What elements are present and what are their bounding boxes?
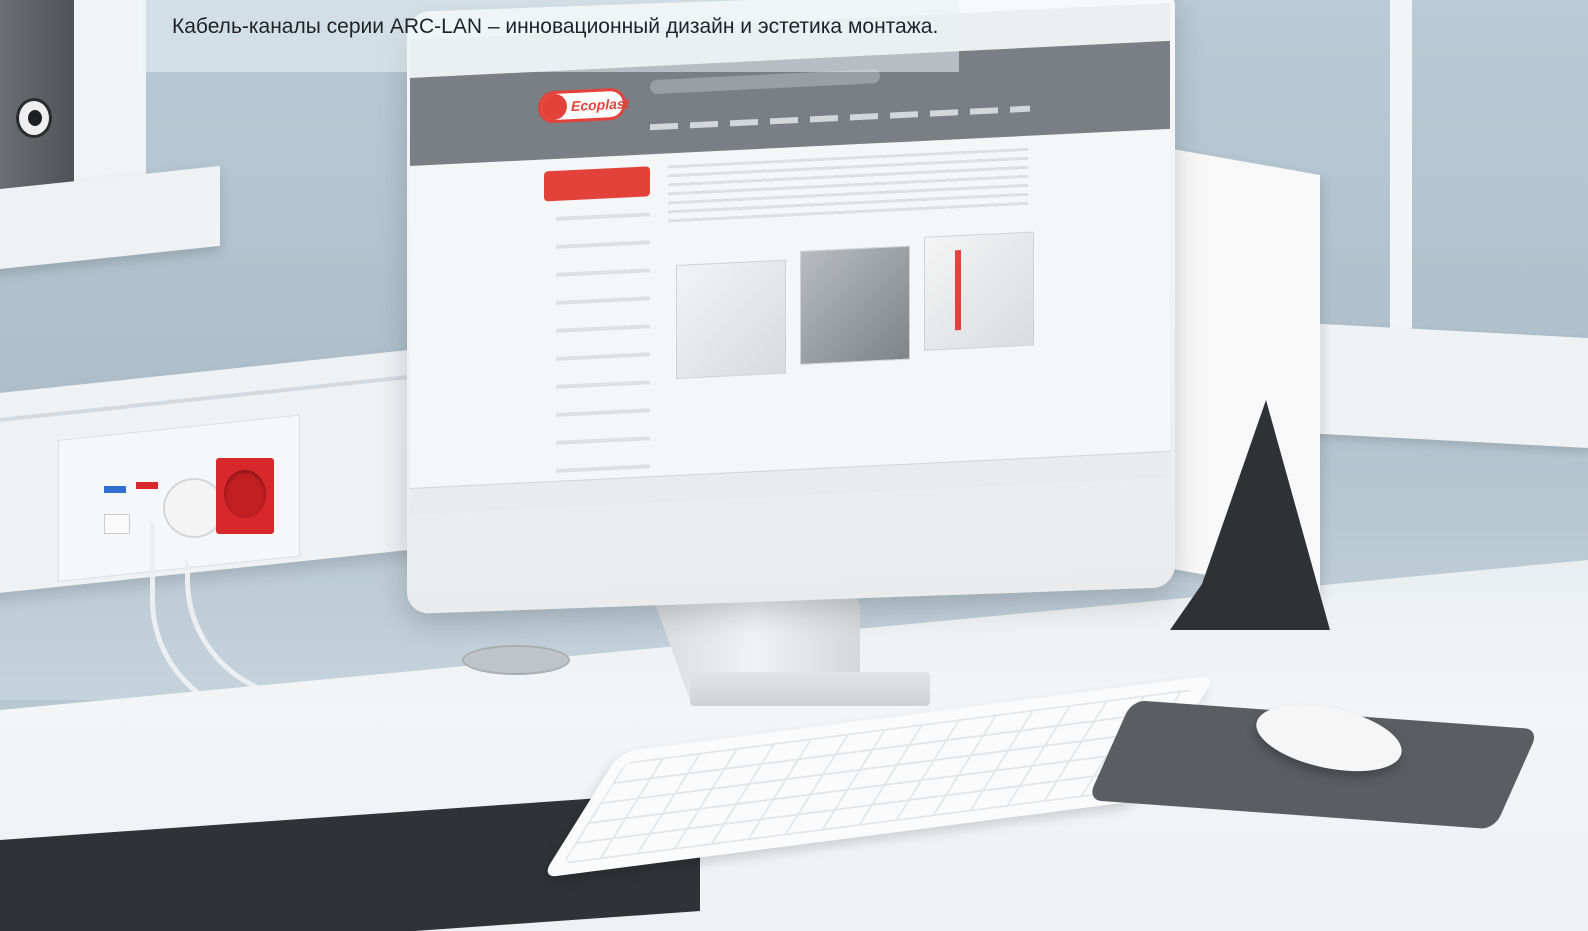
- monitor-stand-base: [690, 672, 930, 706]
- red-pipe: [955, 250, 961, 331]
- website-catalog-button: [544, 166, 650, 202]
- logo-text: Ecoplast: [571, 95, 630, 115]
- logo-mark-icon: [541, 93, 567, 121]
- cable-grommet: [462, 645, 570, 675]
- website-intro-text: [668, 147, 1028, 226]
- right-cable-channel: [1285, 322, 1588, 448]
- website-nav: [650, 105, 1030, 131]
- website-side-menu: [556, 212, 650, 497]
- blue-port-marker: [104, 486, 126, 493]
- red-port-marker: [136, 482, 158, 489]
- office-photo: Ecoplast Кабель-каналы серии ARC-LAN – и…: [0, 0, 1588, 931]
- binder: [0, 0, 76, 190]
- network-jack: [104, 514, 130, 534]
- news-card-image: [676, 259, 786, 379]
- monitor-screen: Ecoplast: [410, 2, 1170, 516]
- binder-ring-hole: [16, 98, 52, 138]
- photo-caption: Кабель-каналы серии ARC-LAN – инновацион…: [172, 15, 939, 38]
- news-card-image: [800, 245, 910, 365]
- wall-post: [74, 0, 146, 190]
- website-search-bar: [650, 69, 880, 95]
- news-card-image: [924, 231, 1034, 351]
- ecoplast-logo: Ecoplast: [538, 87, 630, 124]
- socket-face: [224, 470, 266, 518]
